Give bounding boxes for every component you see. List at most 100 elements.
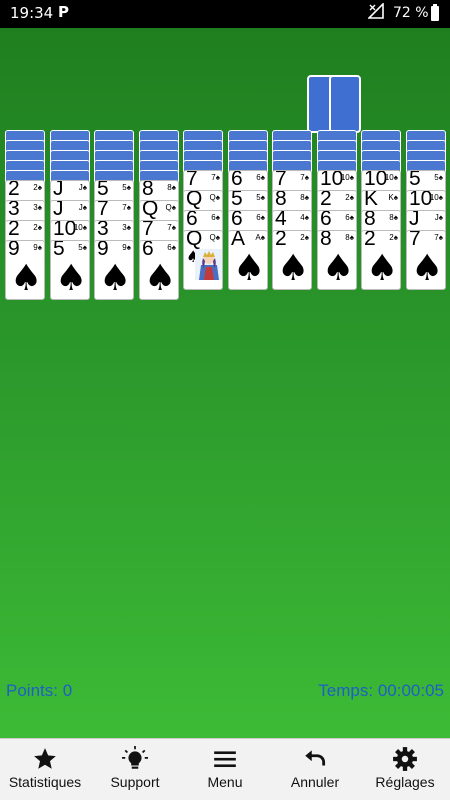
card-corner-index: 7♠ bbox=[211, 173, 220, 182]
settings-button[interactable]: Réglages bbox=[360, 739, 450, 800]
playing-card[interactable]: Q Q♠ ♠ bbox=[183, 230, 223, 290]
spade-icon: ♠ bbox=[277, 248, 310, 289]
card-rank: Q bbox=[186, 190, 203, 210]
card-rank: 6 bbox=[231, 170, 243, 190]
card-corner-index: 5♠ bbox=[78, 243, 87, 252]
no-signal-icon bbox=[368, 3, 384, 19]
card-rank: 7 bbox=[97, 200, 109, 220]
card-corner-index: 10♠ bbox=[73, 223, 87, 232]
card-rank: 5 bbox=[97, 180, 109, 200]
card-corner-index: Q♠ bbox=[165, 203, 176, 212]
spade-icon: ♠ bbox=[233, 248, 266, 289]
card-corner-index: 2♠ bbox=[33, 183, 42, 192]
parking-app-icon: P bbox=[58, 3, 69, 21]
playing-card[interactable]: 2 2♠ ♠ bbox=[272, 230, 312, 290]
card-corner-index: 10♠ bbox=[429, 193, 443, 202]
card-corner-index: 2♠ bbox=[300, 233, 309, 242]
card-corner-index: 5♠ bbox=[256, 193, 265, 202]
card-corner-index: 5♠ bbox=[122, 183, 131, 192]
card-rank: 10 bbox=[409, 190, 433, 210]
card-rank: K bbox=[364, 190, 379, 210]
spade-icon: ♠ bbox=[144, 258, 177, 299]
card-rank: 2 bbox=[275, 230, 287, 250]
card-rank: 9 bbox=[97, 240, 109, 260]
status-time: 19:34 bbox=[10, 4, 54, 22]
star-icon bbox=[34, 748, 56, 769]
menu-button[interactable]: Menu bbox=[180, 739, 270, 800]
stock-pile-card[interactable] bbox=[329, 75, 361, 133]
card-rank: 5 bbox=[231, 190, 243, 210]
timer-label: Temps: 00:00:05 bbox=[318, 681, 444, 700]
card-rank: 10 bbox=[364, 170, 388, 190]
card-corner-index: 5♠ bbox=[434, 173, 443, 182]
card-rank: 2 bbox=[364, 230, 376, 250]
support-button[interactable]: Support bbox=[90, 739, 180, 800]
card-corner-index: 7♠ bbox=[434, 233, 443, 242]
bottom-toolbar: Statistiques Support Menu Annuler Réglag… bbox=[0, 738, 450, 800]
card-corner-index: 4♠ bbox=[300, 213, 309, 222]
game-table[interactable]: 2 2♠ 3 3♠ 2 2♠ 9 9♠ ♠ J J♠ J J♠ 10 10♠ 5 5♠ ♠ 5 5♠ 7 7♠ 3 3♠ 9 9♠… bbox=[0, 28, 450, 738]
menu-label: Menu bbox=[207, 774, 243, 790]
card-rank: 6 bbox=[142, 240, 154, 260]
lightbulb-icon bbox=[122, 746, 148, 769]
card-rank: 8 bbox=[364, 210, 376, 230]
card-rank: 3 bbox=[8, 200, 20, 220]
card-rank: 2 bbox=[8, 220, 20, 240]
card-rank: 5 bbox=[409, 170, 421, 190]
card-corner-index: Q♠ bbox=[209, 233, 220, 242]
statistics-label: Statistiques bbox=[8, 774, 82, 790]
statistics-button[interactable]: Statistiques bbox=[0, 739, 90, 800]
card-rank: 7 bbox=[186, 170, 198, 190]
spade-icon: ♠ bbox=[366, 248, 399, 289]
card-corner-index: 10♠ bbox=[384, 173, 398, 182]
playing-card[interactable]: A A♠ ♠ bbox=[228, 230, 268, 290]
playing-card[interactable]: 7 7♠ ♠ bbox=[406, 230, 446, 290]
playing-card[interactable]: 5 5♠ ♠ bbox=[50, 240, 90, 300]
card-rank: J bbox=[53, 200, 64, 220]
card-corner-index: 6♠ bbox=[256, 173, 265, 182]
card-rank: 6 bbox=[186, 210, 198, 230]
undo-button[interactable]: Annuler bbox=[270, 739, 360, 800]
card-rank: 3 bbox=[97, 220, 109, 240]
card-rank: 8 bbox=[142, 180, 154, 200]
card-corner-index: 2♠ bbox=[389, 233, 398, 242]
undo-label: Annuler bbox=[290, 774, 340, 790]
playing-card[interactable]: 8 8♠ ♠ bbox=[317, 230, 357, 290]
card-rank: 2 bbox=[8, 180, 20, 200]
card-corner-index: A♠ bbox=[255, 233, 265, 242]
card-rank: 5 bbox=[53, 240, 65, 260]
playing-card[interactable]: 9 9♠ ♠ bbox=[94, 240, 134, 300]
card-corner-index: J♠ bbox=[78, 203, 87, 212]
undo-icon bbox=[305, 750, 326, 766]
spade-icon: ♠ bbox=[10, 258, 43, 299]
card-rank: 6 bbox=[320, 210, 332, 230]
card-corner-index: 9♠ bbox=[122, 243, 131, 252]
status-bar: 19:34 P 72 % bbox=[0, 0, 450, 28]
card-corner-index: 2♠ bbox=[345, 193, 354, 202]
card-rank: A bbox=[231, 230, 246, 250]
card-rank: 8 bbox=[320, 230, 332, 250]
support-label: Support bbox=[110, 774, 160, 790]
playing-card[interactable]: 9 9♠ ♠ bbox=[5, 240, 45, 300]
points-label: Points: 0 bbox=[6, 681, 73, 700]
card-corner-index: 3♠ bbox=[33, 203, 42, 212]
card-corner-index: Q♠ bbox=[209, 193, 220, 202]
card-corner-index: 2♠ bbox=[33, 223, 42, 232]
playing-card[interactable]: 2 2♠ ♠ bbox=[361, 230, 401, 290]
card-corner-index: 9♠ bbox=[33, 243, 42, 252]
card-rank: 10 bbox=[53, 220, 77, 240]
card-rank: J bbox=[53, 180, 64, 200]
card-corner-index: 7♠ bbox=[122, 203, 131, 212]
queen-portrait-icon bbox=[195, 249, 222, 280]
card-corner-index: 8♠ bbox=[389, 213, 398, 222]
card-rank: 7 bbox=[275, 170, 287, 190]
playing-card[interactable]: 6 6♠ ♠ bbox=[139, 240, 179, 300]
card-corner-index: 8♠ bbox=[345, 233, 354, 242]
card-corner-index: 8♠ bbox=[167, 183, 176, 192]
card-rank: J bbox=[409, 210, 420, 230]
card-corner-index: J♠ bbox=[78, 183, 87, 192]
card-rank: 6 bbox=[231, 210, 243, 230]
settings-label: Réglages bbox=[375, 774, 435, 790]
card-corner-index: 6♠ bbox=[211, 213, 220, 222]
spade-icon: ♠ bbox=[99, 258, 132, 299]
